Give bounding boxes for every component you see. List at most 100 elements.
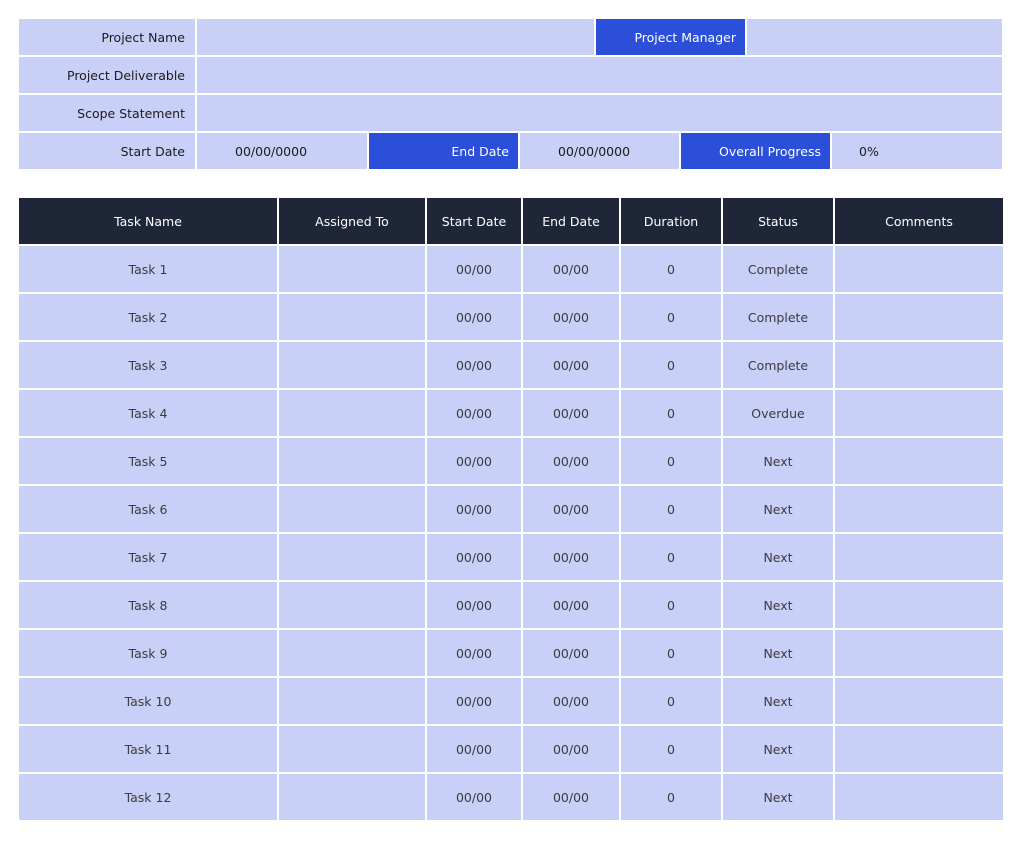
status-cell[interactable]: Next <box>723 678 833 724</box>
task-name-cell[interactable]: Task 4 <box>19 390 277 436</box>
start-date-cell[interactable]: 00/00 <box>427 486 521 532</box>
duration-cell[interactable]: 0 <box>621 534 721 580</box>
comments-cell[interactable] <box>835 582 1003 628</box>
assigned-to-cell[interactable] <box>279 486 425 532</box>
column-header-duration: Duration <box>621 198 721 244</box>
status-cell[interactable]: Complete <box>723 294 833 340</box>
end-date-label: End Date <box>369 133 518 169</box>
comments-cell[interactable] <box>835 774 1003 820</box>
comments-cell[interactable] <box>835 486 1003 532</box>
comments-cell[interactable] <box>835 678 1003 724</box>
start-date-cell[interactable]: 00/00 <box>427 246 521 292</box>
start-date-cell[interactable]: 00/00 <box>427 582 521 628</box>
start-date-cell[interactable]: 00/00 <box>427 726 521 772</box>
task-name-cell[interactable]: Task 6 <box>19 486 277 532</box>
duration-cell[interactable]: 0 <box>621 390 721 436</box>
comments-cell[interactable] <box>835 246 1003 292</box>
comments-cell[interactable] <box>835 438 1003 484</box>
project-name-field[interactable] <box>197 19 594 55</box>
end-date-cell[interactable]: 00/00 <box>523 726 619 772</box>
project-deliverable-field[interactable] <box>197 57 1002 93</box>
task-name-cell[interactable]: Task 5 <box>19 438 277 484</box>
comments-cell[interactable] <box>835 390 1003 436</box>
duration-cell[interactable]: 0 <box>621 294 721 340</box>
end-date-cell[interactable]: 00/00 <box>523 630 619 676</box>
start-date-cell[interactable]: 00/00 <box>427 438 521 484</box>
start-date-cell[interactable]: 00/00 <box>427 534 521 580</box>
end-date-cell[interactable]: 00/00 <box>523 246 619 292</box>
end-date-cell[interactable]: 00/00 <box>523 294 619 340</box>
comments-cell[interactable] <box>835 534 1003 580</box>
start-date-cell[interactable]: 00/00 <box>427 294 521 340</box>
project-manager-label: Project Manager <box>596 19 745 55</box>
task-name-cell[interactable]: Task 3 <box>19 342 277 388</box>
start-date-cell[interactable]: 00/00 <box>427 630 521 676</box>
end-date-cell[interactable]: 00/00 <box>523 390 619 436</box>
table-row: Task 1 00/00 00/00 0 Complete <box>19 246 1003 292</box>
end-date-field[interactable]: 00/00/0000 <box>520 133 679 169</box>
duration-cell[interactable]: 0 <box>621 774 721 820</box>
task-name-cell[interactable]: Task 10 <box>19 678 277 724</box>
task-name-cell[interactable]: Task 1 <box>19 246 277 292</box>
assigned-to-cell[interactable] <box>279 534 425 580</box>
end-date-cell[interactable]: 00/00 <box>523 486 619 532</box>
status-cell[interactable]: Next <box>723 582 833 628</box>
end-date-cell[interactable]: 00/00 <box>523 582 619 628</box>
comments-cell[interactable] <box>835 726 1003 772</box>
assigned-to-cell[interactable] <box>279 390 425 436</box>
start-date-cell[interactable]: 00/00 <box>427 774 521 820</box>
status-cell[interactable]: Next <box>723 630 833 676</box>
task-name-cell[interactable]: Task 8 <box>19 582 277 628</box>
end-date-cell[interactable]: 00/00 <box>523 534 619 580</box>
assigned-to-cell[interactable] <box>279 726 425 772</box>
start-date-cell[interactable]: 00/00 <box>427 678 521 724</box>
assigned-to-cell[interactable] <box>279 630 425 676</box>
status-cell[interactable]: Next <box>723 534 833 580</box>
table-row: Task 4 00/00 00/00 0 Overdue <box>19 390 1003 436</box>
assigned-to-cell[interactable] <box>279 438 425 484</box>
task-name-cell[interactable]: Task 11 <box>19 726 277 772</box>
duration-cell[interactable]: 0 <box>621 678 721 724</box>
start-date-field[interactable]: 00/00/0000 <box>197 133 367 169</box>
task-name-cell[interactable]: Task 2 <box>19 294 277 340</box>
duration-cell[interactable]: 0 <box>621 438 721 484</box>
duration-cell[interactable]: 0 <box>621 342 721 388</box>
status-cell[interactable]: Overdue <box>723 390 833 436</box>
start-date-cell[interactable]: 00/00 <box>427 342 521 388</box>
status-cell[interactable]: Next <box>723 726 833 772</box>
end-date-cell[interactable]: 00/00 <box>523 678 619 724</box>
duration-cell[interactable]: 0 <box>621 582 721 628</box>
assigned-to-cell[interactable] <box>279 294 425 340</box>
column-header-task-name: Task Name <box>19 198 277 244</box>
status-cell[interactable]: Next <box>723 774 833 820</box>
assigned-to-cell[interactable] <box>279 246 425 292</box>
end-date-cell[interactable]: 00/00 <box>523 438 619 484</box>
duration-cell[interactable]: 0 <box>621 246 721 292</box>
assigned-to-cell[interactable] <box>279 342 425 388</box>
task-name-cell[interactable]: Task 7 <box>19 534 277 580</box>
table-row: Task 3 00/00 00/00 0 Complete <box>19 342 1003 388</box>
assigned-to-cell[interactable] <box>279 582 425 628</box>
project-manager-field[interactable] <box>747 19 1002 55</box>
duration-cell[interactable]: 0 <box>621 726 721 772</box>
comments-cell[interactable] <box>835 342 1003 388</box>
comments-cell[interactable] <box>835 630 1003 676</box>
column-header-status: Status <box>723 198 833 244</box>
duration-cell[interactable]: 0 <box>621 486 721 532</box>
status-cell[interactable]: Complete <box>723 246 833 292</box>
end-date-cell[interactable]: 00/00 <box>523 774 619 820</box>
task-name-cell[interactable]: Task 9 <box>19 630 277 676</box>
overall-progress-field[interactable]: 0% <box>832 133 1002 169</box>
project-name-row: Project Name Project Manager <box>19 19 1002 55</box>
scope-statement-field[interactable] <box>197 95 1002 131</box>
status-cell[interactable]: Next <box>723 438 833 484</box>
comments-cell[interactable] <box>835 294 1003 340</box>
status-cell[interactable]: Next <box>723 486 833 532</box>
task-name-cell[interactable]: Task 12 <box>19 774 277 820</box>
assigned-to-cell[interactable] <box>279 678 425 724</box>
status-cell[interactable]: Complete <box>723 342 833 388</box>
assigned-to-cell[interactable] <box>279 774 425 820</box>
duration-cell[interactable]: 0 <box>621 630 721 676</box>
end-date-cell[interactable]: 00/00 <box>523 342 619 388</box>
start-date-cell[interactable]: 00/00 <box>427 390 521 436</box>
